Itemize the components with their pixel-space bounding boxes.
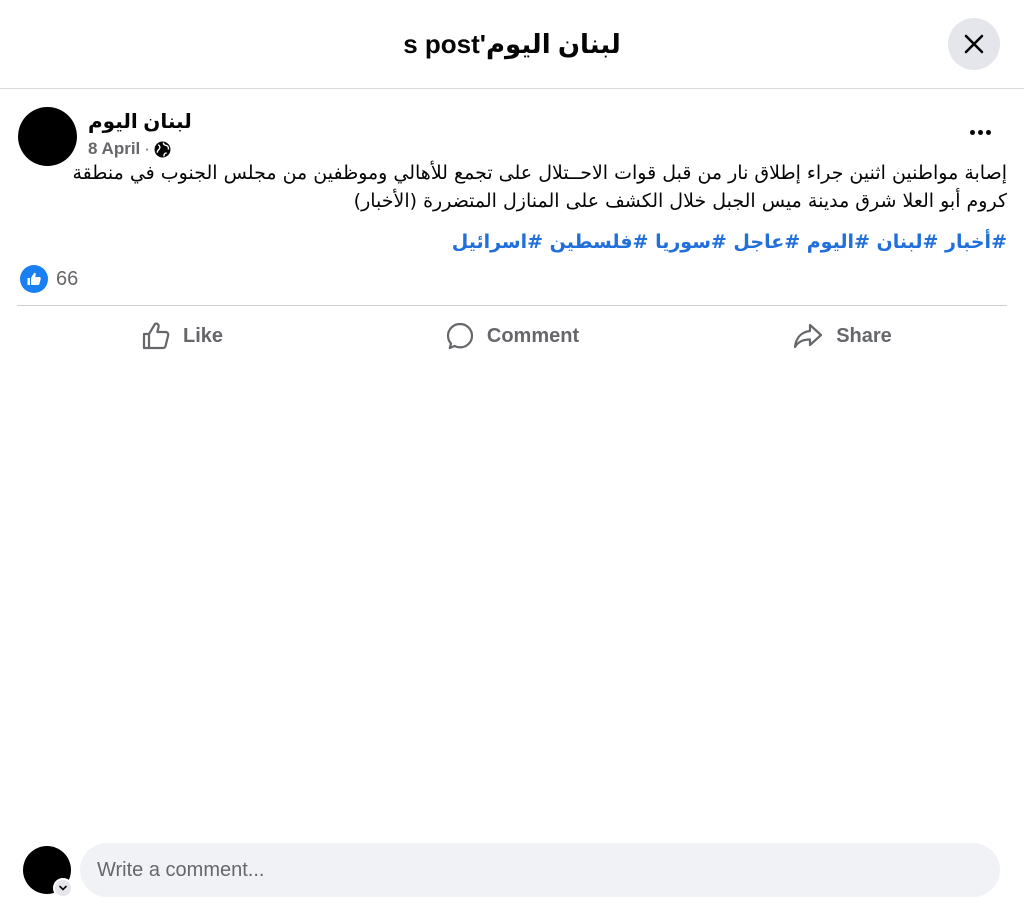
chevron-down-icon [59,885,67,891]
post-dialog: لبنان اليوم's post لبنان اليوم 8 April ·… [0,0,1024,923]
share-arrow-icon [794,323,823,349]
post-hashtags[interactable]: #أخبار #لبنان #اليوم #عاجل #سوريا #فلسطي… [30,228,1007,256]
post-actions: Like Comment Share [17,311,1007,361]
comment-input[interactable] [80,843,1000,897]
like-reaction-icon [20,265,48,293]
thumbs-up-icon [142,322,170,350]
post-date[interactable]: 8 April [88,139,140,159]
globe-icon [154,141,171,157]
dialog-header: لبنان اليوم's post [0,0,1024,89]
profile-switch-button[interactable] [53,878,73,898]
reaction-count: 66 [56,267,79,290]
author-name[interactable]: لبنان اليوم [88,109,192,134]
post-text: إصابة مواطنين اثنين جراء إطلاق نار من قب… [72,162,1007,212]
like-button[interactable]: Like [17,311,347,361]
author-avatar[interactable] [18,107,77,166]
like-label: Like [182,324,224,347]
share-button[interactable]: Share [677,311,1007,361]
comment-label: Comment [486,324,580,347]
post-meta: 8 April · [88,139,171,159]
share-label: Share [836,324,892,347]
dialog-title: لبنان اليوم's post [403,28,621,59]
close-button[interactable] [948,18,1000,70]
reactions-summary[interactable]: 66 [20,265,78,293]
actions-divider [17,305,1007,306]
comment-button[interactable]: Comment [347,311,677,361]
more-options-icon [969,129,975,135]
close-icon [964,34,984,54]
meta-separator: · [144,139,150,158]
more-options-button[interactable] [960,119,1000,145]
comment-bubble-icon [446,322,473,350]
comment-composer [0,838,1024,923]
